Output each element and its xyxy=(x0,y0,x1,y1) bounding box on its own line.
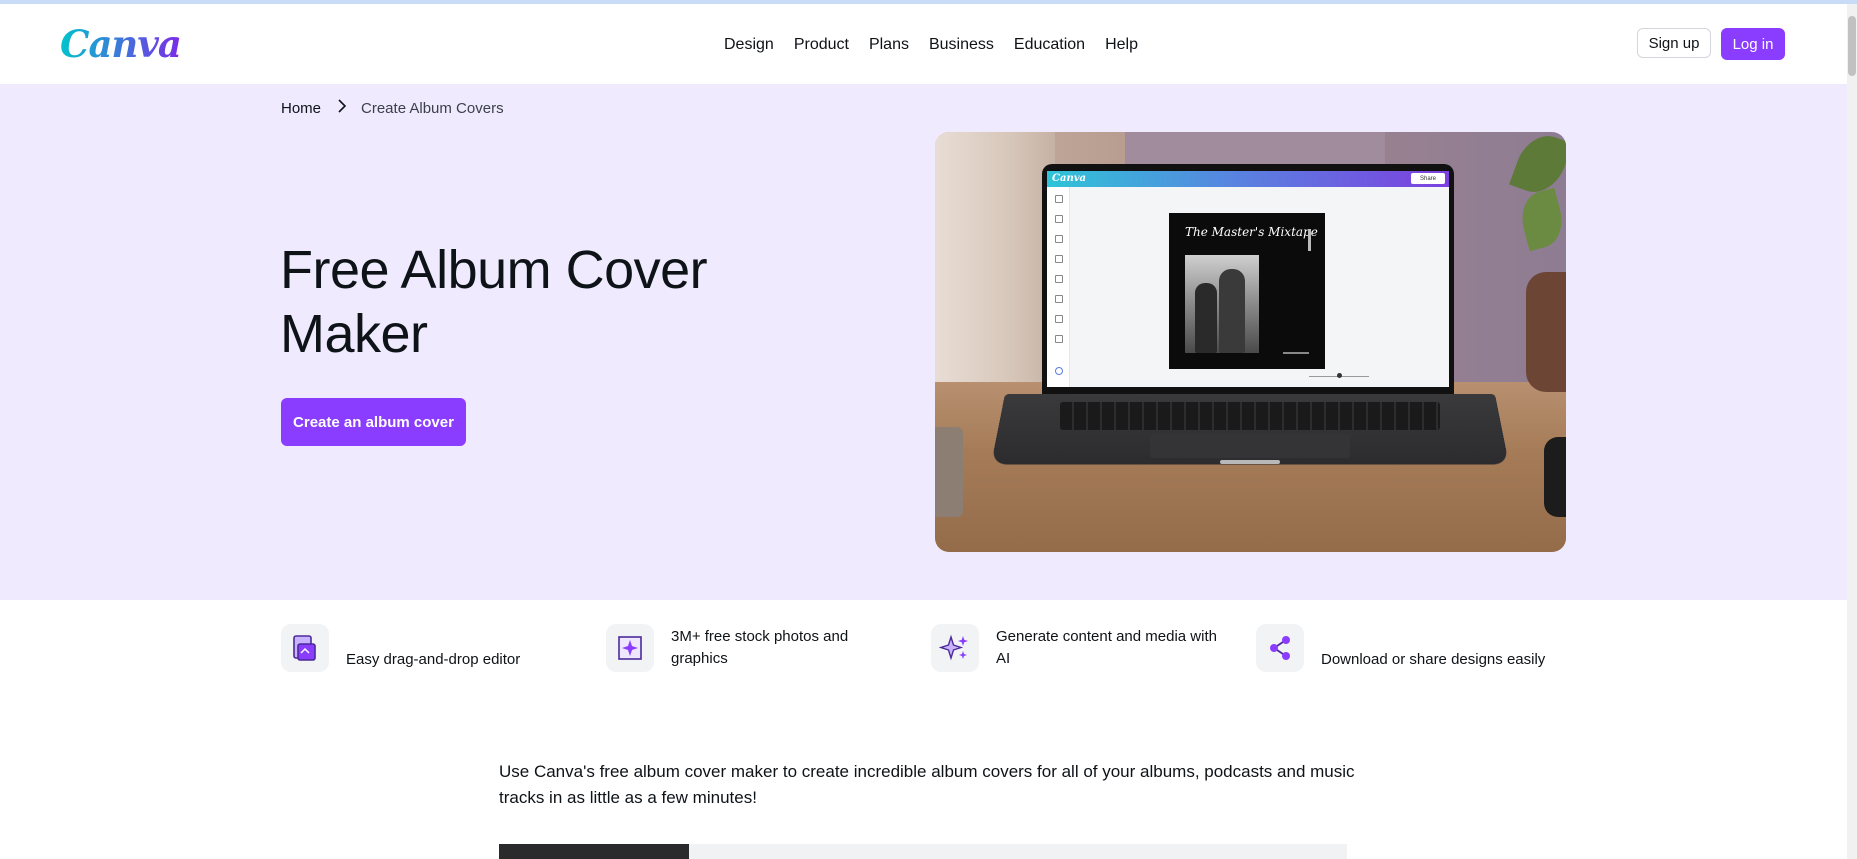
sidebar-tool-icon xyxy=(1055,275,1063,283)
leaf-decor xyxy=(1509,132,1566,201)
album-cover-title: The Master's Mixtape xyxy=(1185,225,1318,239)
sidebar-tool-icon xyxy=(1055,195,1063,203)
scrollbar-thumb[interactable] xyxy=(1848,16,1856,76)
feature-label: Easy drag-and-drop editor xyxy=(346,651,521,668)
feature-label: Download or share designs easily xyxy=(1321,651,1546,668)
curtain-decor xyxy=(935,132,1055,422)
page-title: Free Album Cover Maker xyxy=(280,240,708,364)
cup-decor xyxy=(935,427,963,517)
laptop-keyboard xyxy=(1060,402,1440,430)
sidebar-tool-icon xyxy=(1055,295,1063,303)
feature-item: Easy drag-and-drop editor xyxy=(281,624,520,672)
laptop-hinge xyxy=(1220,460,1280,464)
features-row: Easy drag-and-drop editor 3M+ free stock… xyxy=(281,624,1581,684)
next-section-preview xyxy=(499,844,1347,859)
hero-laptop-image: Canva Share The Master's Mixtape xyxy=(935,132,1566,552)
canva-logo[interactable]: Canva xyxy=(60,22,182,66)
preview-image xyxy=(499,844,689,859)
laptop-trackpad xyxy=(1150,434,1350,458)
plant-pot-decor xyxy=(1526,272,1566,392)
speaker-decor xyxy=(1544,437,1566,517)
nav-education[interactable]: Education xyxy=(1014,36,1085,54)
sparkles-ai-icon xyxy=(931,624,979,672)
sidebar-tool-icon xyxy=(1055,255,1063,263)
page-scrollbar[interactable] xyxy=(1847,4,1857,859)
drag-drop-editor-icon xyxy=(281,624,329,672)
person-silhouette xyxy=(1219,269,1245,353)
stock-photos-icon xyxy=(606,624,654,672)
magic-icon xyxy=(1055,367,1063,375)
editor-sidebar xyxy=(1047,187,1070,387)
feature-label: Generate content and media with AI xyxy=(996,628,1217,667)
leaf-decor xyxy=(1515,187,1566,252)
nav-help[interactable]: Help xyxy=(1105,36,1138,54)
chevron-right-icon xyxy=(337,99,347,118)
logo-text[interactable]: Canva xyxy=(60,22,182,66)
editor-logo: Canva xyxy=(1052,173,1086,184)
breadcrumb-current: Create Album Covers xyxy=(361,100,504,117)
laptop-screen: Canva Share The Master's Mixtape xyxy=(1042,164,1454,394)
create-album-cover-button[interactable]: Create an album cover xyxy=(281,398,466,446)
editor-screenshot: Canva Share The Master's Mixtape xyxy=(1047,171,1449,387)
nav-business[interactable]: Business xyxy=(929,36,994,54)
album-cover-side-text xyxy=(1308,229,1311,251)
breadcrumb-home[interactable]: Home xyxy=(281,100,321,117)
sidebar-tool-icon xyxy=(1055,335,1063,343)
feature-label: 3M+ free stock photos and graphics xyxy=(671,628,849,667)
sidebar-tool-icon xyxy=(1055,235,1063,243)
nav-plans[interactable]: Plans xyxy=(869,36,909,54)
nav-product[interactable]: Product xyxy=(794,36,849,54)
site-header: Canva Design Product Plans Business Educ… xyxy=(0,4,1847,84)
share-icon xyxy=(1256,624,1304,672)
hero-section: Home Create Album Covers Free Album Cove… xyxy=(0,84,1847,600)
album-cover-photo xyxy=(1185,255,1259,353)
feature-item: 3M+ free stock photos and graphics xyxy=(606,624,861,672)
editor-toolbar: Canva Share xyxy=(1047,171,1449,187)
main-nav: Design Product Plans Business Education … xyxy=(724,36,1158,54)
album-cover-artist-line xyxy=(1283,352,1309,354)
editor-share-button: Share xyxy=(1411,173,1445,184)
sidebar-tool-icon xyxy=(1055,215,1063,223)
album-cover-design: The Master's Mixtape xyxy=(1169,213,1325,369)
feature-item: Download or share designs easily xyxy=(1256,624,1545,672)
intro-paragraph: Use Canva's free album cover maker to cr… xyxy=(499,762,1355,807)
breadcrumb: Home Create Album Covers xyxy=(281,99,504,118)
nav-design[interactable]: Design xyxy=(724,36,774,54)
login-button[interactable]: Log in xyxy=(1721,28,1785,60)
signup-button[interactable]: Sign up xyxy=(1637,28,1711,58)
feature-item: Generate content and media with AI xyxy=(931,624,1226,672)
person-silhouette xyxy=(1195,283,1217,353)
zoom-slider-knob xyxy=(1337,373,1342,378)
sidebar-tool-icon xyxy=(1055,315,1063,323)
